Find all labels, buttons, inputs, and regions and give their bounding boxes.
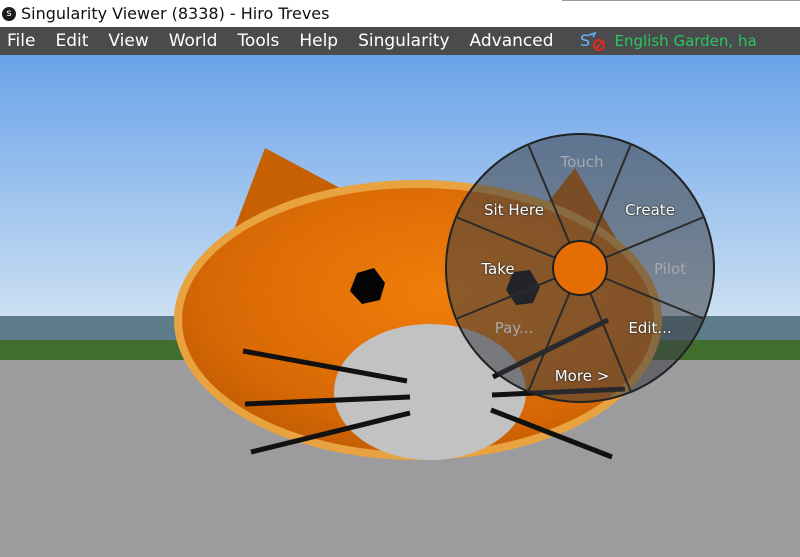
app-icon: s xyxy=(2,6,16,21)
menu-edit[interactable]: Edit xyxy=(48,31,101,51)
menu-help[interactable]: Help xyxy=(292,31,351,51)
pie-edit[interactable]: Edit... xyxy=(628,319,671,337)
title-bar: s Singularity Viewer (8338) - Hiro Treve… xyxy=(0,0,800,27)
pie-pay[interactable]: Pay... xyxy=(495,319,534,337)
svg-text:S: S xyxy=(580,31,590,50)
menu-advanced[interactable]: Advanced xyxy=(463,31,567,51)
pie-center xyxy=(552,240,608,296)
world-viewport[interactable]: Touch Create Sit Here Take Pilot Pay... … xyxy=(0,55,800,557)
pie-more[interactable]: More > xyxy=(555,367,610,385)
menu-tools[interactable]: Tools xyxy=(230,31,292,51)
pie-rightmid[interactable]: Pilot xyxy=(654,260,686,278)
script-disabled-icon[interactable]: S xyxy=(579,29,607,53)
pie-sit-here[interactable]: Sit Here xyxy=(484,201,544,219)
menu-world[interactable]: World xyxy=(162,31,231,51)
menu-file[interactable]: File xyxy=(0,31,48,51)
menu-singularity[interactable]: Singularity xyxy=(351,31,462,51)
pie-touch[interactable]: Touch xyxy=(560,153,603,171)
region-name[interactable]: English Garden, ha xyxy=(615,32,757,50)
pie-take[interactable]: Take xyxy=(481,260,514,278)
window-title: Singularity Viewer (8338) - Hiro Treves xyxy=(21,4,330,23)
menu-view[interactable]: View xyxy=(101,31,161,51)
pie-create[interactable]: Create xyxy=(625,201,675,219)
menu-bar: File Edit View World Tools Help Singular… xyxy=(0,27,800,55)
title-divider xyxy=(562,0,800,1)
